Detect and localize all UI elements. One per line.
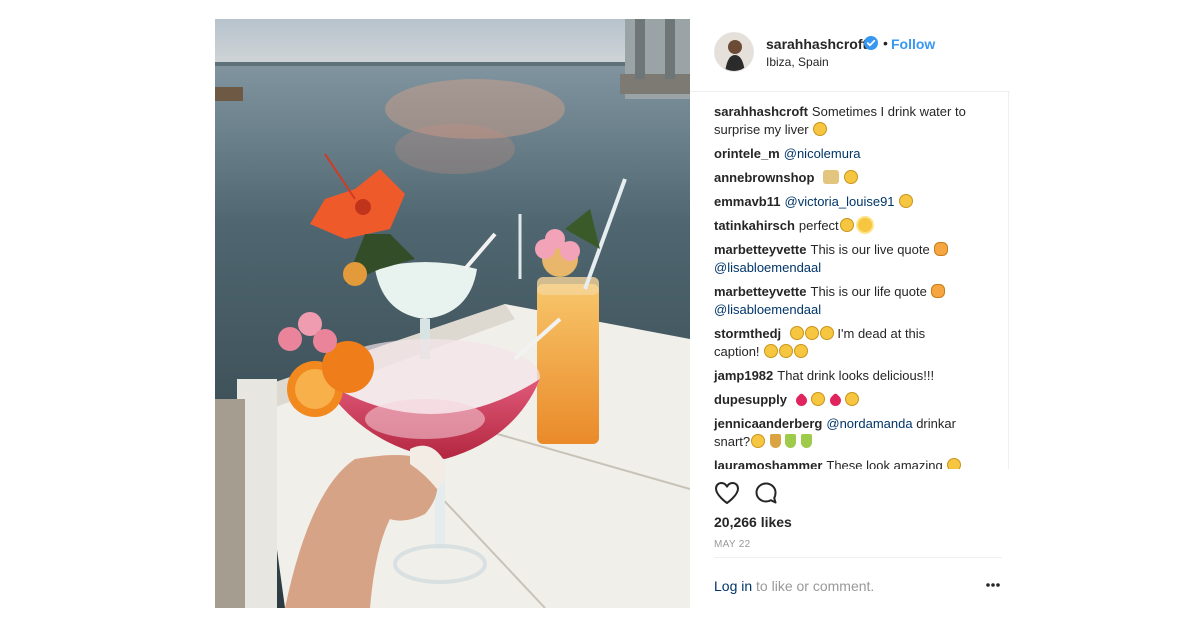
comment-username[interactable]: jennicaanderberg: [714, 416, 822, 431]
sun-icon: [858, 218, 873, 232]
cocktail-icon: [801, 434, 813, 448]
post-photo: [215, 19, 690, 608]
heart-eyes-face-icon: [845, 392, 860, 406]
list-item: marbetteyvette This is our live quote @li…: [714, 241, 984, 277]
list-item: orintele_m @nicolemura: [714, 145, 984, 163]
rofl-face-icon: [779, 344, 794, 358]
comment-username[interactable]: orintele_m: [714, 146, 780, 161]
rofl-face-icon: [764, 344, 779, 358]
comment-username[interactable]: tatinkahirsch: [714, 218, 795, 233]
cat-face-icon: [934, 242, 949, 256]
divider: [714, 557, 1002, 558]
comment-username[interactable]: dupesupply: [714, 392, 787, 407]
follow-button[interactable]: Follow: [891, 36, 935, 52]
heart-eyes-face-icon: [839, 218, 854, 232]
comment-bubble-icon[interactable]: [754, 481, 778, 505]
comments-list[interactable]: sarahhashcroft Sometimes I drink water to…: [690, 91, 1009, 469]
comment-username[interactable]: annebrownshop: [714, 170, 814, 185]
smiling-face-icon: [947, 458, 962, 469]
mention-link[interactable]: @nicolemura: [784, 146, 861, 161]
mention-link[interactable]: @lisabloemendaal: [714, 260, 821, 275]
list-item: dupesupply: [714, 391, 984, 409]
comment-username[interactable]: lauramoshammer: [714, 458, 822, 469]
laughing-face-icon: [804, 326, 819, 340]
heart-icon[interactable]: [714, 481, 740, 505]
laughing-face-icon: [819, 326, 834, 340]
heart-icon: [827, 392, 844, 409]
comment-username[interactable]: marbetteyvette: [714, 242, 807, 257]
comment-text: snart?: [714, 434, 751, 449]
comment-username[interactable]: sarahhashcroft: [714, 104, 808, 119]
heart-eyes-face-icon: [751, 434, 766, 448]
caption-comment: sarahhashcroft Sometimes I drink water to…: [714, 103, 984, 139]
list-item: annebrownshop: [714, 169, 984, 187]
list-item: marbetteyvette This is our life quote @li…: [714, 283, 984, 319]
list-item: tatinkahirsch perfect: [714, 217, 984, 235]
post-location[interactable]: Ibiza, Spain: [766, 55, 829, 69]
heart-icon: [793, 392, 809, 409]
avatar[interactable]: [714, 32, 754, 72]
likes-count[interactable]: 20,266 likes: [714, 514, 792, 530]
comment-text: caption!: [714, 344, 760, 359]
list-item: jamp1982 That drink looks delicious!!!: [714, 367, 984, 385]
post-image[interactable]: [215, 19, 690, 608]
comment-text: This is our life quote: [810, 284, 927, 299]
rofl-face-icon: [899, 194, 914, 208]
laughing-face-icon: [789, 326, 804, 340]
comment-text: These look amazing: [826, 458, 943, 469]
login-prompt: Log in to like or comment.: [714, 578, 874, 594]
list-item: stormthedj I'm dead at this caption!: [714, 325, 984, 361]
cat-face-icon: [931, 284, 946, 298]
post-author-username[interactable]: sarahhashcroft: [766, 36, 867, 52]
comment-username[interactable]: marbetteyvette: [714, 284, 807, 299]
tropical-drink-icon: [769, 434, 781, 448]
verified-badge-icon: [864, 36, 878, 50]
more-dots-icon[interactable]: [985, 581, 1001, 589]
separator-dot: •: [883, 35, 888, 51]
comment-text: This is our live quote: [810, 242, 930, 257]
post-date: MAY 22: [714, 539, 751, 550]
post-header: sarahhashcroft • Follow Ibiza, Spain: [690, 19, 1010, 92]
post-sidebar: sarahhashcroft • Follow Ibiza, Spain sar…: [690, 19, 1010, 608]
heart-eyes-face-icon: [811, 392, 826, 406]
smiling-face-icon: [843, 170, 858, 184]
login-prompt-text: to like or comment.: [752, 578, 875, 594]
list-item: emmavb11 @victoria_louise91: [714, 193, 984, 211]
comment-username[interactable]: emmavb11: [714, 194, 781, 209]
comment-text: perfect: [798, 218, 839, 233]
comment-username[interactable]: jamp1982: [714, 368, 773, 383]
post-actions: 20,266 likes MAY 22 Log in to like or co…: [690, 469, 1010, 608]
comment-text: I'm dead at this: [837, 326, 926, 341]
cocktail-icon: [785, 434, 797, 448]
login-link[interactable]: Log in: [714, 578, 752, 594]
rofl-face-icon: [794, 344, 809, 358]
list-item: lauramoshammer These look amazing: [714, 457, 984, 469]
mention-link[interactable]: @nordamanda: [826, 416, 912, 431]
wink-face-icon: [813, 122, 828, 136]
avatar-image: [715, 33, 753, 71]
comment-text: drinkar: [916, 416, 956, 431]
comment-username[interactable]: stormthedj: [714, 326, 781, 341]
mention-link[interactable]: @lisabloemendaal: [714, 302, 821, 317]
mention-link[interactable]: @victoria_louise91: [785, 194, 895, 209]
list-item: jennicaanderberg @nordamanda drinkar snar…: [714, 415, 984, 451]
comment-text: That drink looks delicious!!!: [777, 368, 935, 383]
clinking-glasses-icon: [823, 170, 840, 184]
